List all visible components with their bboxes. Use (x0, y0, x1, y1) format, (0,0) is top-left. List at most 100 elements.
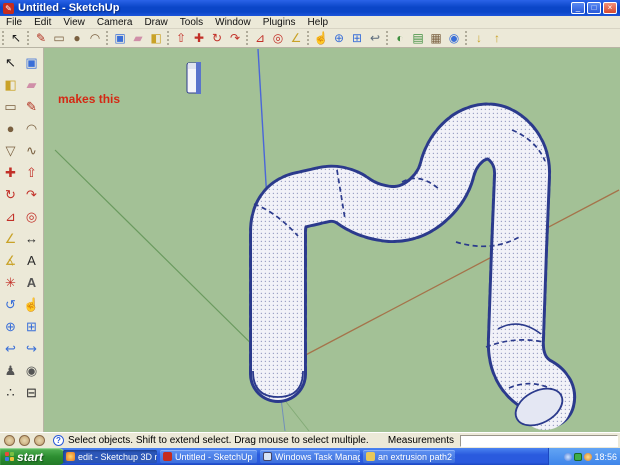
line-tool-icon[interactable]: ✎ (22, 96, 42, 118)
tape-measure-tool-icon[interactable]: ∠ (1, 228, 21, 250)
share-models-tool-icon[interactable]: ↑ (488, 30, 506, 47)
select-tool-icon[interactable]: ↖ (1, 52, 21, 74)
tube-surface[interactable] (278, 131, 547, 404)
line-tool-icon[interactable]: ✎ (32, 30, 50, 47)
close-button[interactable]: × (603, 2, 617, 14)
credits-badge-icon[interactable] (19, 435, 30, 446)
walk-tool-icon[interactable]: ∴ (1, 382, 21, 404)
taskbar-button-label: edit - Sketchup 3D m... (78, 452, 157, 462)
zoom-tool-icon[interactable]: ⊕ (1, 316, 21, 338)
taskbar-button-extrusion-doc[interactable]: an extrusion path2 - ... (363, 450, 455, 463)
select-tool-icon[interactable]: ↖ (7, 30, 25, 47)
pan-tool-icon[interactable]: ☝ (312, 30, 330, 47)
paint-bucket-tool-icon[interactable]: ◧ (147, 30, 165, 47)
taskbar-clock[interactable]: 18:56 (594, 452, 617, 462)
menu-help[interactable]: Help (302, 16, 335, 29)
paint-bucket-tool-icon[interactable]: ◧ (1, 74, 21, 96)
minimize-button[interactable]: _ (571, 2, 585, 14)
make-component-tool-icon[interactable]: ▣ (111, 30, 129, 47)
start-button[interactable]: start (0, 448, 66, 465)
offset-tool-icon[interactable]: ◎ (22, 206, 42, 228)
freehand-tool-icon[interactable]: ∿ (22, 140, 42, 162)
toolbar-grip[interactable] (246, 31, 249, 45)
help-icon[interactable]: ? (53, 435, 64, 446)
eraser-tool-icon[interactable]: ▰ (129, 30, 147, 47)
circle-tool-icon[interactable]: ● (1, 118, 21, 140)
taskbar-button-browser[interactable]: edit - Sketchup 3D m... (63, 450, 157, 463)
dimension-tool-icon[interactable]: ↔ (22, 228, 42, 250)
previous-view-tool-icon[interactable]: ↩ (366, 30, 384, 47)
get-current-view-tool-icon[interactable]: ◐ (391, 30, 409, 47)
menu-edit[interactable]: Edit (28, 16, 57, 29)
toolbar-grip[interactable] (307, 31, 310, 45)
zoom-tool-icon[interactable]: ⊕ (330, 30, 348, 47)
green-axis-lower (283, 398, 309, 431)
move-tool-icon[interactable]: ✚ (1, 162, 21, 184)
scale-tool-icon[interactable]: ⊿ (251, 30, 269, 47)
restore-button[interactable]: □ (587, 2, 601, 14)
sketchup-app-icon: ✎ (3, 3, 14, 14)
toolbar-grip[interactable] (465, 31, 468, 45)
next-view-tool-icon[interactable]: ↪ (22, 338, 42, 360)
position-camera-tool-icon[interactable]: ♟ (1, 360, 21, 382)
rotate-tool-icon[interactable]: ↻ (208, 30, 226, 47)
follow-me-tool-icon[interactable]: ↷ (22, 184, 42, 206)
rotate-tool-icon[interactable]: ↻ (1, 184, 21, 206)
extruded-tube-model[interactable] (253, 130, 569, 432)
3d-text-tool-icon[interactable]: A (22, 272, 42, 294)
photo-textures-tool-icon[interactable]: ▦ (427, 30, 445, 47)
get-models-tool-icon[interactable]: ↓ (470, 30, 488, 47)
pan-tool-icon[interactable]: ☝ (22, 294, 42, 316)
zoom-extents-tool-icon[interactable]: ⊞ (22, 316, 42, 338)
taskbar-button-sketchup[interactable]: Untitled - SketchUp (160, 450, 257, 463)
title-bar[interactable]: ✎ Untitled - SketchUp _ □ × (0, 0, 620, 16)
claim-credit-badge-icon[interactable] (34, 435, 45, 446)
menu-tools[interactable]: Tools (174, 16, 209, 29)
google-earth-tool-icon[interactable]: ◉ (445, 30, 463, 47)
cpu-meter-icon[interactable] (574, 453, 582, 461)
menu-camera[interactable]: Camera (91, 16, 139, 29)
axes-tool-icon[interactable]: ✳ (1, 272, 21, 294)
follow-me-tool-icon[interactable]: ↷ (226, 30, 244, 47)
geolocation-badge-icon[interactable] (4, 435, 15, 446)
protractor-tool-icon[interactable]: ∡ (1, 250, 21, 272)
rectangle-tool-icon[interactable]: ▭ (1, 96, 21, 118)
orbit-tool-icon[interactable]: ↺ (1, 294, 21, 316)
toolbar-grip[interactable] (167, 31, 170, 45)
previous-view-tool-icon[interactable]: ↩ (1, 338, 21, 360)
push-pull-tool-icon[interactable]: ⇧ (22, 162, 42, 184)
toggle-terrain-tool-icon[interactable]: ▤ (409, 30, 427, 47)
move-tool-icon[interactable]: ✚ (190, 30, 208, 47)
toolbar-grip[interactable] (27, 31, 30, 45)
arc-tool-icon[interactable]: ◠ (22, 118, 42, 140)
make-component-tool-icon[interactable]: ▣ (22, 52, 42, 74)
tape-measure-tool-icon[interactable]: ∠ (287, 30, 305, 47)
circle-tool-icon[interactable]: ● (68, 30, 86, 47)
push-pull-tool-icon[interactable]: ⇧ (172, 30, 190, 47)
menu-file[interactable]: File (0, 16, 28, 29)
zoom-extents-tool-icon[interactable]: ⊞ (348, 30, 366, 47)
eraser-tool-icon[interactable]: ▰ (22, 74, 42, 96)
section-plane-tool-icon[interactable]: ⊟ (22, 382, 42, 404)
menu-plugins[interactable]: Plugins (257, 16, 302, 29)
measurements-input[interactable] (460, 435, 618, 447)
arc-tool-icon[interactable]: ◠ (86, 30, 104, 47)
toolbar-grip[interactable] (2, 31, 5, 45)
text-tool-icon[interactable]: A (22, 250, 42, 272)
volume-icon[interactable] (564, 453, 572, 461)
taskbar-button-task-manager[interactable]: Windows Task Manager (260, 450, 360, 463)
offset-tool-icon[interactable]: ◎ (269, 30, 287, 47)
toolbar-grip[interactable] (386, 31, 389, 45)
extrusion-profile-shape[interactable] (187, 62, 201, 94)
look-around-tool-icon[interactable]: ◉ (22, 360, 42, 382)
menu-draw[interactable]: Draw (138, 16, 173, 29)
menu-window[interactable]: Window (209, 16, 257, 29)
drawing-canvas[interactable]: ↖ ▣ ◧ ▰ ▭ ✎ ● ◠ ▽ ∿ ✚ ⇧ ↻ ↷ ⊿ ◎ ∠ ↔ ∡ A … (0, 48, 620, 432)
toolbar-grip[interactable] (106, 31, 109, 45)
rectangle-tool-icon[interactable]: ▭ (50, 30, 68, 47)
scale-tool-icon[interactable]: ⊿ (1, 206, 21, 228)
menu-view[interactable]: View (57, 16, 91, 29)
tray-app-icon[interactable] (584, 453, 592, 461)
polygon-tool-icon[interactable]: ▽ (1, 140, 21, 162)
green-axis (55, 150, 277, 369)
